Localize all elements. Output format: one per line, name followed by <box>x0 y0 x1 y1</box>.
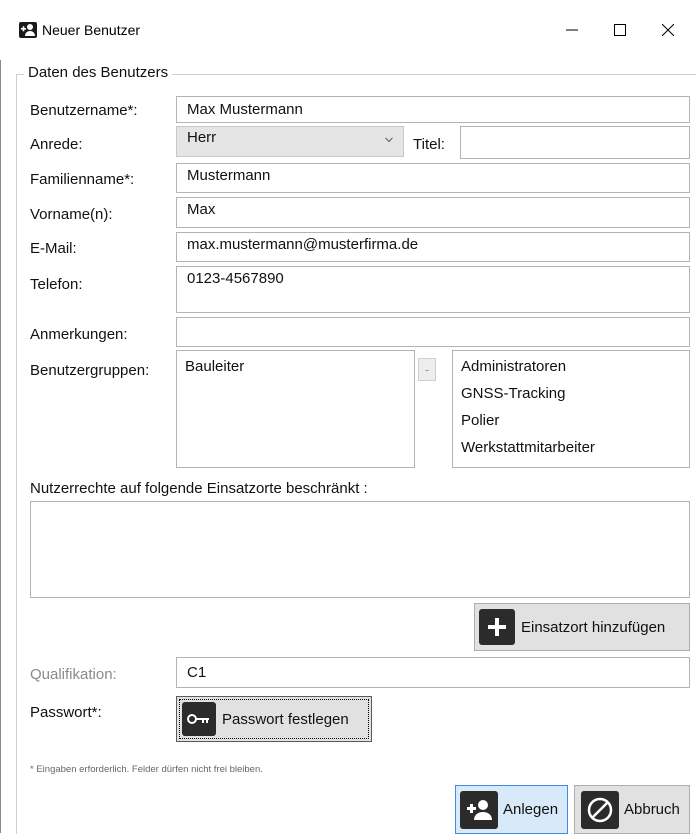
minimize-button[interactable] <box>550 14 594 46</box>
list-item[interactable]: Polier <box>453 407 689 434</box>
create-label: Anlegen <box>503 801 559 818</box>
assigned-groups-list[interactable]: Bauleiter <box>176 350 415 468</box>
chevron-down-icon <box>385 137 393 143</box>
password-label: Passwort*: <box>30 704 102 721</box>
add-location-button[interactable]: Einsatzort hinzufügen <box>474 603 690 651</box>
lastname-label: Familienname*: <box>30 171 135 188</box>
set-password-button[interactable]: Passwort festlegen <box>176 696 372 742</box>
list-item[interactable]: Werkstattmitarbeiter <box>453 434 689 461</box>
maximize-button[interactable] <box>598 14 642 46</box>
lastname-input[interactable]: Mustermann <box>176 163 690 193</box>
locations-label: Nutzerrechte auf folgende Einsatzorte be… <box>30 480 368 497</box>
close-button[interactable] <box>646 14 690 46</box>
add-user-icon <box>19 22 37 38</box>
notes-input[interactable] <box>176 317 690 347</box>
notes-label: Anmerkungen: <box>30 326 128 343</box>
available-groups-list[interactable]: Administratoren GNSS-Tracking Polier Wer… <box>452 350 690 468</box>
remove-group-button[interactable]: - <box>418 358 436 381</box>
window-title: Neuer Benutzer <box>42 22 141 38</box>
add-user-icon <box>460 790 498 829</box>
plus-icon <box>479 609 515 645</box>
email-label: E-Mail: <box>30 240 77 257</box>
title-bar: Neuer Benutzer <box>0 0 696 60</box>
firstname-label: Vorname(n): <box>30 206 113 223</box>
qualification-label: Qualifikation: <box>30 666 117 683</box>
maximize-icon <box>614 24 626 36</box>
salutation-label: Anrede: <box>30 136 83 153</box>
set-password-label: Passwort festlegen <box>222 710 349 728</box>
username-label: Benutzername*: <box>30 102 138 119</box>
list-item[interactable]: Bauleiter <box>177 353 414 380</box>
firstname-input[interactable]: Max <box>176 197 690 228</box>
key-icon <box>182 702 216 736</box>
cancel-button[interactable]: Abbruch <box>574 785 690 834</box>
groupbox-legend: Daten des Benutzers <box>24 64 173 81</box>
cancel-icon <box>581 790 619 829</box>
minimize-icon <box>566 29 578 31</box>
list-item[interactable]: Administratoren <box>453 353 689 380</box>
required-fields-note: * Eingaben erforderlich. Felder dürfen n… <box>30 764 263 775</box>
username-input[interactable]: Max Mustermann <box>176 96 690 123</box>
salutation-value: Herr <box>187 129 217 146</box>
phone-label: Telefon: <box>30 276 83 293</box>
list-item[interactable]: GNSS-Tracking <box>453 380 689 407</box>
add-location-label: Einsatzort hinzufügen <box>521 618 666 636</box>
title-input[interactable] <box>460 126 690 159</box>
qualification-input[interactable]: C1 <box>176 657 690 688</box>
cancel-label: Abbruch <box>624 801 680 818</box>
locations-list[interactable] <box>30 501 690 598</box>
email-input[interactable]: max.mustermann@musterfirma.de <box>176 232 690 262</box>
phone-input[interactable]: 0123-4567890 <box>176 266 690 313</box>
salutation-select[interactable]: Herr <box>176 126 404 157</box>
close-icon <box>662 24 674 36</box>
create-button[interactable]: Anlegen <box>455 785 568 834</box>
groups-label: Benutzergruppen: <box>30 362 150 379</box>
title-label: Titel: <box>413 136 445 153</box>
